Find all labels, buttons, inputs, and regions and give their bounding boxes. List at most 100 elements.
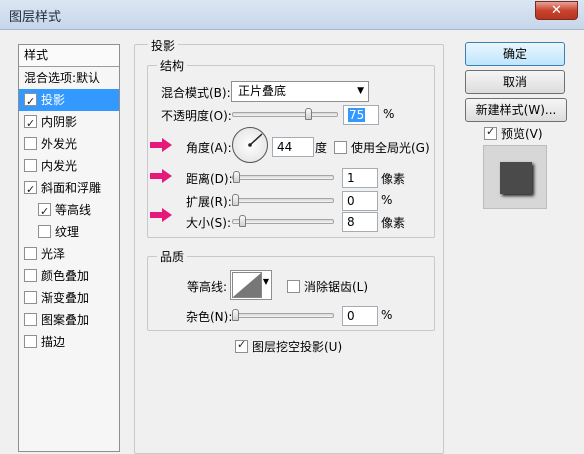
new-style-button[interactable]: 新建样式(W)... [465,98,567,122]
cancel-button[interactable]: 取消 [465,70,565,94]
style-item-label: 颜色叠加 [41,269,90,283]
size-label: 大小(S): [186,216,232,230]
preview-box[interactable] [484,125,497,140]
opacity-value: 75 [348,108,366,122]
blend-mode-value: 正片叠底 [238,84,287,98]
title-bar: 图层样式 ✕ [0,0,584,30]
style-item-checkbox[interactable] [24,179,37,201]
shadow-section-title: 投影 [148,37,179,54]
style-item-checkbox[interactable] [24,291,37,304]
use-global-light-box[interactable] [334,141,347,154]
style-item-checkbox[interactable] [24,137,37,150]
opacity-unit: % [383,107,395,121]
opacity-slider-thumb[interactable] [305,108,312,120]
angle-unit: 度 [315,141,328,155]
preview-label: 预览(V) [501,127,543,141]
spread-slider[interactable] [232,194,334,206]
style-item[interactable]: 光泽 [19,243,119,265]
style-item[interactable]: 投影 [19,89,119,113]
distance-slider-thumb[interactable] [233,171,240,183]
style-item[interactable]: 外发光 [19,133,119,155]
blend-mode-label: 混合模式(B): [161,86,231,100]
distance-slider[interactable] [232,171,334,183]
style-item-checkbox[interactable] [38,201,51,223]
styles-list-header: 样式 [19,45,119,67]
pink-annotation-arrow-icon [150,169,172,183]
anti-alias-box[interactable] [287,280,300,293]
style-item-checkbox[interactable] [24,91,37,113]
styles-list: 样式 混合选项:默认投影内阴影外发光内发光斜面和浮雕等高线纹理光泽颜色叠加渐变叠… [18,44,120,452]
style-item[interactable]: 描边 [19,331,119,353]
preview-checkbox[interactable]: 预览(V) [484,125,543,142]
close-button[interactable]: ✕ [535,1,578,20]
style-item[interactable]: 斜面和浮雕 [19,177,119,201]
noise-label: 杂色(N): [186,310,233,324]
size-unit: 像素 [381,216,406,230]
contour-label: 等高线: [187,280,228,294]
anti-alias-label: 消除锯齿(L) [304,280,369,294]
pink-annotation-arrow-icon [150,138,172,152]
style-item-label: 投影 [41,93,66,107]
style-item-checkbox[interactable] [24,335,37,348]
style-item-checkbox[interactable] [24,247,37,260]
style-item[interactable]: 内发光 [19,155,119,177]
spread-label: 扩展(R): [186,195,232,209]
style-item-label: 等高线 [55,203,92,217]
style-item-label: 外发光 [41,137,78,151]
style-item-label: 图案叠加 [41,313,90,327]
knockout-label: 图层挖空投影(U) [252,340,343,354]
style-item[interactable]: 纹理 [19,221,119,243]
anti-alias-checkbox[interactable]: 消除锯齿(L) [287,278,368,295]
contour-picker[interactable]: ▼ [230,270,272,300]
use-global-light-label: 使用全局光(G) [351,141,430,155]
noise-input[interactable]: 0 [342,306,378,326]
angle-input[interactable]: 44 [272,137,314,157]
style-item-checkbox[interactable] [24,113,37,135]
spread-slider-thumb[interactable] [232,194,239,206]
noise-slider-thumb[interactable] [232,309,239,321]
angle-dial-needle-icon [248,133,263,147]
style-item[interactable]: 等高线 [19,199,119,223]
distance-input[interactable]: 1 [342,168,378,188]
ok-button[interactable]: 确定 [465,42,565,66]
style-item[interactable]: 内阴影 [19,111,119,135]
preview-swatch [500,162,532,194]
use-global-light-checkbox[interactable]: 使用全局光(G) [334,139,430,156]
spread-unit: % [381,193,393,207]
style-item-checkbox[interactable] [24,313,37,326]
window-title: 图层样式 [9,10,62,25]
contour-curve-icon [232,272,262,298]
styles-list-items: 混合选项:默认投影内阴影外发光内发光斜面和浮雕等高线纹理光泽颜色叠加渐变叠加图案… [19,67,119,353]
noise-slider[interactable] [232,309,334,321]
style-item[interactable]: 混合选项:默认 [19,67,119,89]
style-item-checkbox[interactable] [24,269,37,282]
chevron-down-icon: ▼ [357,86,364,96]
angle-dial[interactable] [232,127,268,163]
knockout-checkbox[interactable]: 图层挖空投影(U) [235,338,342,355]
spread-input[interactable]: 0 [342,191,378,211]
style-item-checkbox[interactable] [38,225,51,238]
style-item[interactable]: 图案叠加 [19,309,119,331]
opacity-slider[interactable] [232,108,338,120]
style-item[interactable]: 颜色叠加 [19,265,119,287]
style-item-checkbox[interactable] [24,159,37,172]
angle-label: 角度(A): [186,141,232,155]
quality-group-title: 品质 [157,248,188,265]
noise-unit: % [381,308,393,322]
knockout-box[interactable] [235,338,248,353]
distance-label: 距离(D): [186,172,233,186]
opacity-input[interactable]: 75 [343,105,379,125]
size-slider-thumb[interactable] [239,215,246,227]
style-item[interactable]: 渐变叠加 [19,287,119,309]
structure-group-title: 结构 [157,57,188,74]
size-input[interactable]: 8 [342,212,378,232]
style-item-label: 内发光 [41,159,78,173]
style-item-label: 渐变叠加 [41,291,90,305]
pink-annotation-arrow-icon [150,208,172,222]
style-item-label: 纹理 [55,225,80,239]
blend-mode-select[interactable]: 正片叠底 ▼ [231,81,369,102]
style-item-label: 内阴影 [41,115,78,129]
opacity-label: 不透明度(O): [161,109,232,123]
style-item-label: 斜面和浮雕 [41,181,102,195]
size-slider[interactable] [232,215,334,227]
